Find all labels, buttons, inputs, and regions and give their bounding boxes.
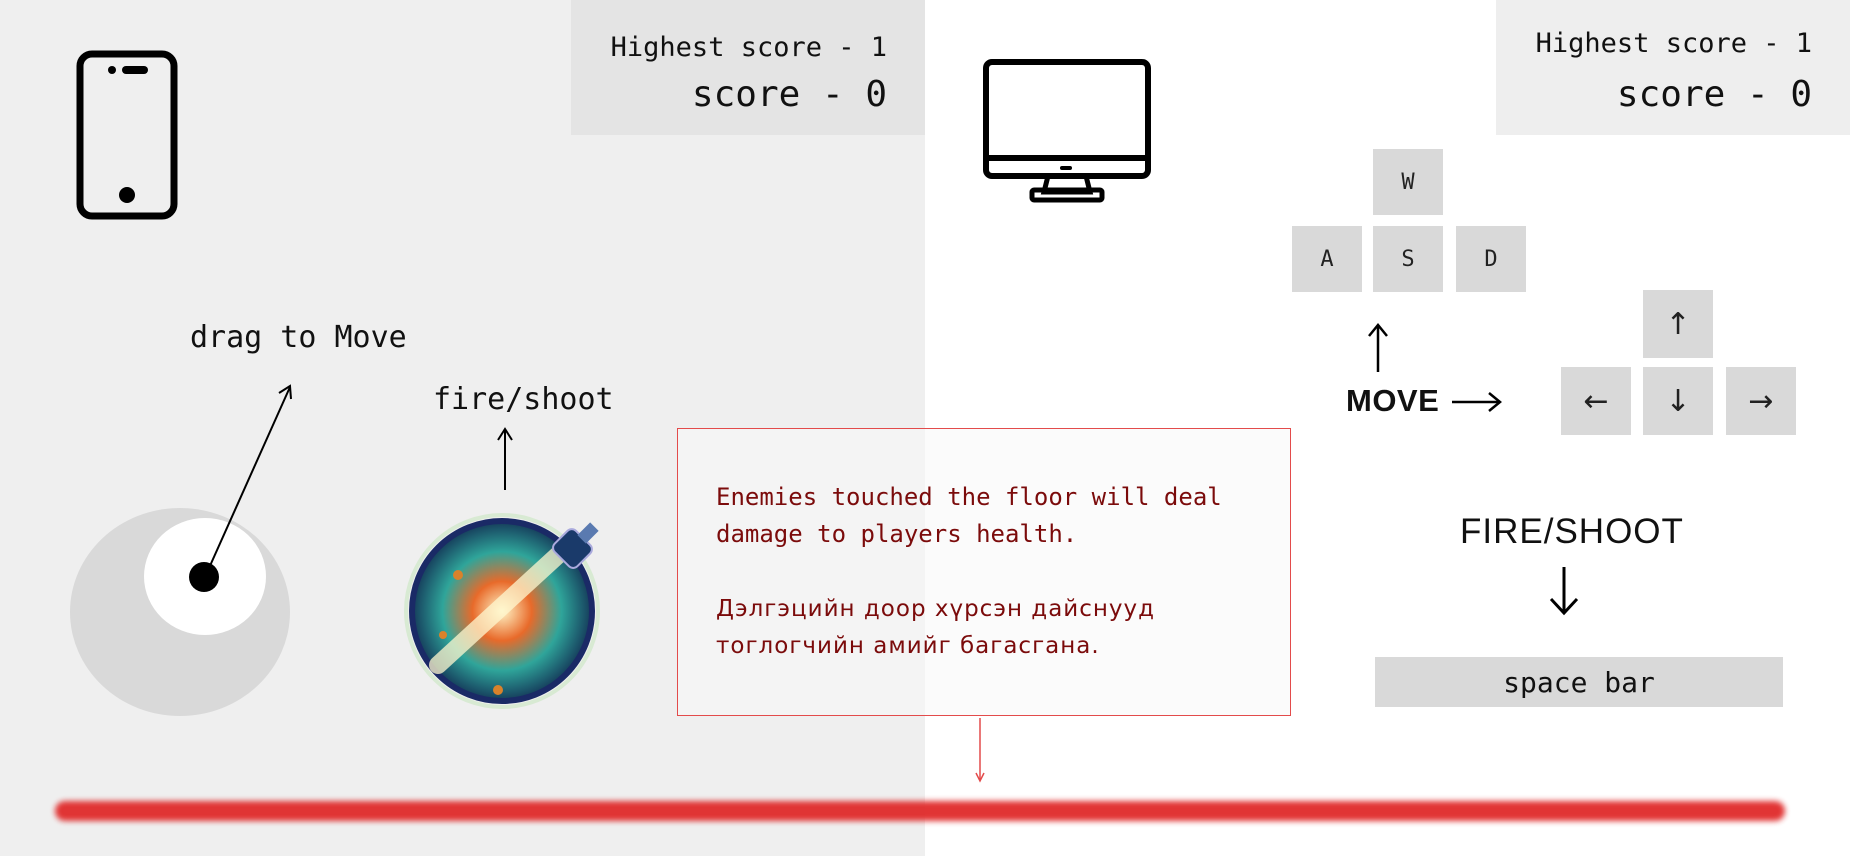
desktop-highest-score: Highest score - 1	[1535, 28, 1812, 59]
mobile-highest-score: Highest score - 1	[610, 32, 887, 63]
key-a[interactable]: A	[1292, 226, 1362, 292]
fire-shoot-label: fire/shoot	[433, 382, 614, 417]
desktop-fire-shoot-label: FIRE/SHOOT	[1460, 512, 1684, 551]
joystick-knob[interactable]	[189, 562, 219, 592]
fire-button[interactable]	[398, 505, 618, 715]
key-d[interactable]: D	[1456, 226, 1526, 292]
key-s[interactable]: S	[1373, 226, 1443, 292]
move-label: MOVE	[1346, 383, 1440, 418]
enemy-floor-notice: Enemies touched the floor will deal dama…	[677, 428, 1291, 716]
key-arrow-up[interactable]: ↑	[1643, 290, 1713, 358]
key-arrow-left[interactable]: ←	[1561, 367, 1631, 435]
desktop-score-box: Highest score - 1 score - 0	[1496, 0, 1850, 135]
notice-english: Enemies touched the floor will deal dama…	[716, 483, 1222, 548]
mobile-score-box: Highest score - 1 score - 0	[571, 0, 925, 135]
desktop-score: score - 0	[1616, 74, 1812, 115]
smartphone-icon	[76, 50, 178, 220]
key-arrow-down[interactable]: ↓	[1643, 367, 1713, 435]
floor-line	[55, 801, 1785, 821]
spacebar-key[interactable]: space bar	[1375, 657, 1783, 707]
drag-to-move-label: drag to Move	[190, 320, 407, 355]
mobile-score: score - 0	[691, 74, 887, 115]
notice-mongolian: Дэлгэцийн доор хүрсэн дайснууд тоглогчий…	[716, 596, 1156, 659]
key-w[interactable]: W	[1373, 149, 1443, 215]
desktop-monitor-icon	[983, 59, 1151, 203]
key-arrow-right[interactable]: →	[1726, 367, 1796, 435]
